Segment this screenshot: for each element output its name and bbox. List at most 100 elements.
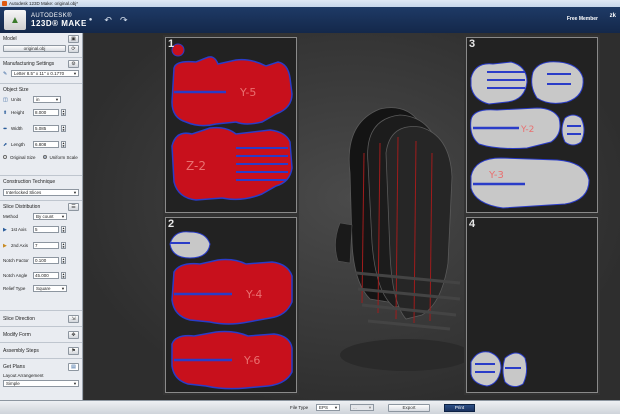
- redo-icon[interactable]: ↷: [120, 15, 128, 26]
- chevron-down-icon: ▼: [73, 71, 77, 76]
- plans-icon[interactable]: ▤: [68, 363, 79, 371]
- membership-label[interactable]: Free Member: [567, 16, 598, 22]
- notch-angle-stepper[interactable]: ▲ ▼: [61, 272, 66, 279]
- model-camera-button[interactable]: ▣: [68, 35, 79, 43]
- sheet-2[interactable]: 2 Y-4 Y-6: [165, 217, 297, 393]
- slice-distribution-title: Slice Distribution: [3, 204, 41, 210]
- original-size-radio[interactable]: [3, 155, 7, 159]
- relief-type-select[interactable]: Square ▼: [33, 284, 67, 292]
- sheet-number: 4: [469, 218, 476, 230]
- axis2-stepper[interactable]: ▲ ▼: [61, 241, 66, 249]
- units-icon: ◫: [3, 96, 8, 103]
- sheet-1-parts: Y-5 Z-2: [171, 43, 293, 201]
- svg-text:Y-6: Y-6: [243, 354, 260, 367]
- method-select[interactable]: By count ▼: [33, 212, 67, 220]
- menu-dot-icon[interactable]: ●: [89, 17, 93, 23]
- axis2-label: 2nd Axis: [11, 242, 29, 248]
- app-header: ▲ AUTODESK® 123D® MAKE ● ↶ ↷ Free Member…: [0, 7, 620, 33]
- modify-icon[interactable]: ✥: [68, 331, 79, 339]
- sheet-3-parts: Y-2 Y-3: [470, 61, 590, 209]
- axis1-icon: ▶: [3, 226, 7, 233]
- notch-factor-stepper[interactable]: ▲ ▼: [61, 257, 66, 264]
- height-input[interactable]: 8.000: [33, 108, 59, 116]
- model-section: Model ▣ original.obj ⟳: [0, 33, 82, 58]
- length-stepper[interactable]: ▲ ▼: [61, 140, 66, 148]
- height-stepper[interactable]: ▲ ▼: [61, 108, 66, 116]
- notch-angle-input[interactable]: 45.000: [33, 272, 59, 279]
- height-label: Height: [11, 109, 25, 115]
- width-label: Width: [11, 125, 23, 131]
- brand: AUTODESK® 123D® MAKE: [31, 13, 87, 28]
- window-title: Autodesk 123D Make: original.obj*: [9, 1, 79, 6]
- model-refresh-button[interactable]: ⟳: [68, 45, 79, 53]
- file-type-label: File Type: [290, 405, 309, 410]
- model-name-button[interactable]: original.obj: [3, 45, 66, 52]
- material-select[interactable]: Letter 8.5" x 11" x 0.1770 ▼: [11, 70, 79, 77]
- notch-angle-label: Notch Angle: [3, 273, 28, 278]
- file-type-select[interactable]: EPS ▼: [316, 404, 340, 411]
- model-3d-preview[interactable]: [310, 93, 486, 373]
- layout-select[interactable]: Simple ▼: [3, 380, 79, 387]
- svg-text:Y-4: Y-4: [245, 288, 262, 301]
- app-logo-icon: ▲: [4, 10, 26, 30]
- uniform-scale-radio[interactable]: [42, 155, 47, 159]
- svg-text:Z-2: Z-2: [186, 159, 206, 173]
- method-label: Method: [3, 213, 19, 219]
- history-tools: ● ↶ ↷: [89, 15, 128, 26]
- slice-direction-title: Slice Direction: [3, 316, 35, 322]
- width-input[interactable]: 5.085: [33, 124, 59, 132]
- window-title-bar: Autodesk 123D Make: original.obj*: [0, 0, 620, 7]
- secondary-value: ...: [353, 405, 357, 410]
- sheet-number: 2: [168, 218, 175, 230]
- undo-icon[interactable]: ↶: [104, 15, 112, 26]
- axis1-stepper[interactable]: ▲ ▼: [61, 225, 66, 233]
- modify-form-section[interactable]: Modify Form ✥: [0, 327, 82, 343]
- material-value: Letter 8.5" x 11" x 0.1770: [14, 71, 65, 76]
- grid-icon[interactable]: ☰: [68, 203, 79, 211]
- assembly-icon[interactable]: ⚑: [68, 347, 79, 355]
- direction-icon[interactable]: ⇲: [68, 315, 79, 323]
- chevron-down-icon: ▼: [61, 285, 65, 291]
- sheet-4[interactable]: 4: [466, 217, 598, 393]
- slice-direction-section[interactable]: Slice Direction ⇲: [0, 311, 82, 327]
- svg-text:Y-2: Y-2: [520, 125, 534, 135]
- sheet-number: 1: [168, 38, 175, 50]
- layout-label: Layout Arrangement: [3, 373, 44, 378]
- ruler-icon: ✎: [3, 71, 8, 77]
- chevron-down-icon: ▼: [55, 96, 59, 102]
- user-avatar[interactable]: zk: [610, 13, 616, 19]
- relief-type-value: Square: [36, 285, 51, 291]
- notch-factor-label: Notch Factor: [3, 258, 29, 263]
- method-value: By count: [36, 213, 54, 219]
- sheet-1[interactable]: 1 Y-5 Z-2: [165, 37, 297, 213]
- axis1-input[interactable]: 5: [33, 225, 59, 233]
- print-button[interactable]: Print: [444, 403, 475, 412]
- workspace-canvas[interactable]: 1 Y-5 Z-2 2 Y-4 Y-6 3 Y-2 Y-3 4: [84, 33, 620, 400]
- width-stepper[interactable]: ▲ ▼: [61, 124, 66, 132]
- settings-icon[interactable]: ⚙: [68, 60, 79, 68]
- secondary-select[interactable]: ... ▼: [350, 404, 374, 411]
- app-window: Autodesk 123D Make: original.obj* ▲ AUTO…: [0, 0, 620, 414]
- construction-select[interactable]: Interlocked Slices ▼: [3, 189, 79, 196]
- assembly-steps-section[interactable]: Assembly Steps ⚑: [0, 343, 82, 359]
- units-label: Units: [11, 96, 22, 102]
- axis1-label: 1st Axis: [11, 226, 27, 232]
- manufacturing-title: Manufacturing Settings: [3, 61, 55, 67]
- units-value: in: [36, 96, 40, 102]
- sheet-4-parts: [470, 351, 528, 388]
- export-button[interactable]: Export: [388, 403, 430, 412]
- length-input[interactable]: 6.808: [33, 140, 59, 148]
- chevron-down-icon: ▼: [61, 213, 65, 219]
- file-type-value: EPS: [319, 405, 329, 410]
- construction-value: Interlocked Slices: [6, 190, 42, 195]
- axis2-icon: ▶: [3, 242, 7, 249]
- modify-form-title: Modify Form: [3, 332, 31, 338]
- units-select[interactable]: in ▼: [33, 95, 61, 103]
- construction-title: Construction Technique: [3, 179, 56, 185]
- chevron-down-icon: ▼: [368, 405, 372, 410]
- model-title: Model: [3, 36, 17, 42]
- sheet-number: 3: [469, 38, 476, 50]
- notch-factor-input[interactable]: 0.100: [33, 257, 59, 264]
- sheet-3[interactable]: 3 Y-2 Y-3: [466, 37, 598, 213]
- axis2-input[interactable]: 7: [33, 241, 59, 249]
